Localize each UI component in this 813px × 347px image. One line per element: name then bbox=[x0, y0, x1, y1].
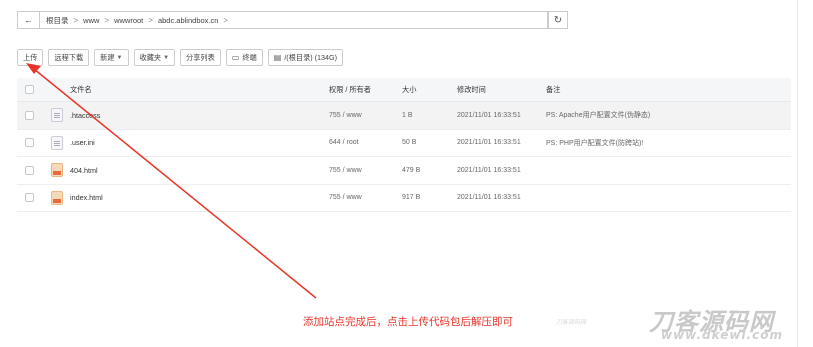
file-name[interactable]: .htaccess bbox=[70, 111, 100, 120]
row-checkbox[interactable] bbox=[25, 193, 34, 203]
refresh-icon: ↻ bbox=[553, 14, 563, 26]
row-checkbox[interactable] bbox=[25, 110, 34, 120]
file-size: 917 B bbox=[402, 194, 421, 202]
file-note: PS: Apache用户配置文件(伪静态) bbox=[546, 112, 651, 120]
file-name[interactable]: index.html bbox=[70, 193, 103, 202]
share-list-button[interactable]: 分享列表 bbox=[180, 49, 221, 66]
text-file-icon bbox=[51, 108, 63, 123]
header-permission[interactable]: 权限 / 所有者 bbox=[329, 85, 371, 95]
table-header: 文件名 权限 / 所有者 大小 修改时间 备注 bbox=[17, 78, 791, 102]
file-modified-time: 2021/11/01 16:33:51 bbox=[457, 111, 521, 119]
terminal-label: 终端 bbox=[242, 52, 257, 62]
file-name[interactable]: .user.ini bbox=[70, 138, 95, 147]
favorites-dropdown-button[interactable]: 收藏夹 ▼ bbox=[133, 49, 176, 66]
watermark-small: 刀客源码网 bbox=[556, 320, 587, 326]
file-size: 1 B bbox=[402, 111, 413, 119]
select-all-checkbox[interactable] bbox=[25, 85, 34, 94]
breadcrumb-wwwroot[interactable]: wwwroot bbox=[112, 16, 145, 25]
table-row[interactable]: 404.html 755 / www 479 B 2021/11/01 16:3… bbox=[17, 157, 791, 185]
file-note: PS: PHP用户配置文件(防跨站)! bbox=[546, 139, 644, 147]
chevron-right-icon: > bbox=[223, 15, 229, 25]
disk-label: /(根目录) (134G) bbox=[284, 52, 338, 62]
breadcrumb-www[interactable]: www bbox=[81, 16, 101, 25]
disk-icon: ▤ bbox=[273, 53, 282, 62]
remote-download-button[interactable]: 远程下载 bbox=[48, 49, 90, 66]
new-dropdown-button[interactable]: 新建 ▼ bbox=[94, 49, 129, 66]
path-bar: ← 根目录 > www > wwwroot > abdc.ablindbox.c… bbox=[17, 11, 568, 29]
breadcrumb-site[interactable]: abdc.ablindbox.cn bbox=[156, 16, 220, 25]
file-name[interactable]: 404.html bbox=[70, 166, 98, 175]
file-modified-time: 2021/11/01 16:33:51 bbox=[457, 166, 521, 174]
header-note: 备注 bbox=[546, 84, 561, 94]
chevron-down-icon: ▼ bbox=[116, 54, 123, 61]
page-scrollbar[interactable] bbox=[797, 0, 798, 347]
file-permission[interactable]: 644 / root bbox=[329, 139, 359, 146]
file-table: 文件名 权限 / 所有者 大小 修改时间 备注 .htaccess 755 / … bbox=[17, 78, 791, 212]
file-permission[interactable]: 755 / www bbox=[329, 167, 362, 174]
header-filename[interactable]: 文件名 bbox=[70, 85, 92, 95]
table-row[interactable]: .htaccess 755 / www 1 B 2021/11/01 16:33… bbox=[17, 102, 791, 130]
file-modified-time: 2021/11/01 16:33:51 bbox=[457, 194, 521, 202]
chevron-down-icon: ▼ bbox=[163, 54, 170, 61]
html-file-icon bbox=[51, 163, 63, 178]
header-modified-time[interactable]: 修改时间 bbox=[457, 85, 486, 95]
back-arrow-icon: ← bbox=[24, 15, 33, 25]
refresh-button[interactable]: ↻ bbox=[548, 11, 568, 29]
watermark-url: www.dkewl.com bbox=[661, 328, 783, 342]
file-toolbar: 上传 远程下载 新建 ▼ 收藏夹 ▼ 分享列表 ▭ 终端 ▤ /(根目录) (1… bbox=[17, 49, 348, 66]
file-permission[interactable]: 755 / www bbox=[329, 194, 362, 201]
table-row[interactable]: .user.ini 644 / root 50 B 2021/11/01 16:… bbox=[17, 130, 791, 157]
new-label: 新建 bbox=[100, 52, 115, 62]
file-size: 479 B bbox=[402, 166, 421, 174]
file-size: 50 B bbox=[402, 139, 417, 147]
upload-button[interactable]: 上传 bbox=[17, 49, 44, 66]
breadcrumb-root[interactable]: 根目录 bbox=[44, 15, 71, 26]
chevron-right-icon: > bbox=[104, 15, 110, 25]
html-file-icon bbox=[51, 190, 63, 205]
header-size[interactable]: 大小 bbox=[402, 85, 416, 95]
row-checkbox[interactable] bbox=[25, 165, 34, 175]
row-checkbox[interactable] bbox=[25, 138, 34, 148]
back-button[interactable]: ← bbox=[17, 11, 39, 29]
table-row[interactable]: index.html 755 / www 917 B 2021/11/01 16… bbox=[17, 185, 791, 212]
file-permission[interactable]: 755 / www bbox=[329, 112, 362, 119]
favorites-label: 收藏夹 bbox=[139, 52, 162, 62]
terminal-icon: ▭ bbox=[231, 53, 240, 62]
terminal-button[interactable]: ▭ 终端 bbox=[225, 49, 263, 66]
chevron-right-icon: > bbox=[148, 15, 153, 25]
disk-button[interactable]: ▤ /(根目录) (134G) bbox=[267, 49, 344, 66]
chevron-right-icon: > bbox=[73, 15, 79, 25]
breadcrumb[interactable]: 根目录 > www > wwwroot > abdc.ablindbox.cn … bbox=[39, 11, 548, 29]
text-file-icon bbox=[51, 135, 63, 150]
annotation-text: 添加站点完成后，点击上传代码包后解压即可 bbox=[303, 316, 513, 328]
file-modified-time: 2021/11/01 16:33:51 bbox=[457, 139, 521, 147]
